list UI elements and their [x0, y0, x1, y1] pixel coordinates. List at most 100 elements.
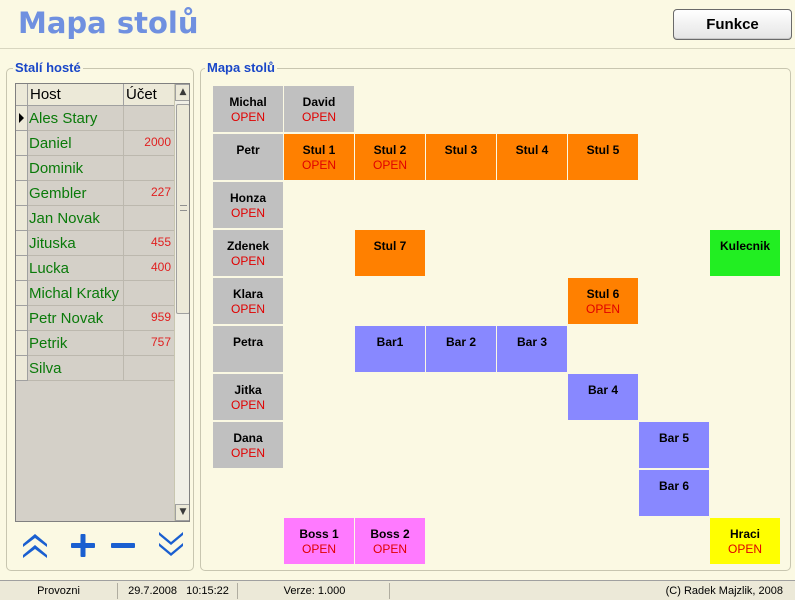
guest-name-cell[interactable]: Petrik	[28, 331, 124, 356]
table-tile-honza[interactable]: Honza OPEN	[213, 182, 283, 228]
guest-name-cell[interactable]: Lucka	[28, 256, 124, 281]
guest-name-cell[interactable]: Ales Stary	[28, 106, 124, 131]
row-selector[interactable]	[16, 256, 28, 281]
table-row[interactable]: Gembler 227	[16, 181, 174, 206]
table-tile-hraci[interactable]: Hraci OPEN	[710, 518, 780, 564]
guest-name-cell[interactable]: Silva	[28, 356, 124, 381]
tile-name: Kulecnik	[719, 239, 770, 253]
minus-icon[interactable]	[108, 530, 138, 560]
table-tile-stul-2[interactable]: Stul 2 OPEN	[355, 134, 425, 180]
scroll-up-button[interactable]: ▲	[175, 84, 189, 101]
table-row[interactable]: Ales Stary	[16, 106, 174, 131]
table-row[interactable]: Michal Kratky	[16, 281, 174, 306]
header-divider	[0, 48, 795, 49]
table-tile-stul-1[interactable]: Stul 1 OPEN	[284, 134, 354, 180]
table-tile-bar-4[interactable]: Bar 4	[568, 374, 638, 420]
table-row[interactable]: Daniel 2000	[16, 131, 174, 156]
guest-name-cell[interactable]: Michal Kratky	[28, 281, 124, 306]
tile-name: Bar 2	[445, 335, 477, 349]
tile-name: Stul 4	[515, 143, 549, 157]
tile-name: Zdenek	[226, 239, 269, 253]
tile-name: Petr	[236, 143, 260, 157]
double-chevron-down-icon[interactable]	[156, 530, 186, 560]
column-header-ucet[interactable]: Účet	[124, 84, 174, 106]
table-tile-bar1[interactable]: Bar1	[355, 326, 425, 372]
table-tile-petra[interactable]: Petra	[213, 326, 283, 372]
table-row[interactable]: Lucka 400	[16, 256, 174, 281]
row-selector[interactable]	[16, 106, 28, 131]
tile-name: Michal	[229, 95, 267, 109]
guest-name-cell[interactable]: Petr Novak	[28, 306, 124, 331]
status-version: Verze: 1.000	[240, 583, 390, 599]
tile-name: Hraci	[729, 527, 761, 541]
table-tile-boss-2[interactable]: Boss 2 OPEN	[355, 518, 425, 564]
tile-name: Bar 3	[516, 335, 548, 349]
table-row[interactable]: Petr Novak 959	[16, 306, 174, 331]
guest-name-cell[interactable]: Daniel	[28, 131, 124, 156]
guest-account-cell[interactable]: 2000	[124, 131, 174, 156]
tile-status: OPEN	[301, 158, 336, 172]
row-selector[interactable]	[16, 231, 28, 256]
guest-account-cell[interactable]: 400	[124, 256, 174, 281]
table-tile-stul-7[interactable]: Stul 7	[355, 230, 425, 276]
row-selector[interactable]	[16, 331, 28, 356]
funkce-button[interactable]: Funkce	[673, 9, 792, 40]
row-selector[interactable]	[16, 281, 28, 306]
row-selector[interactable]	[16, 206, 28, 231]
table-tile-stul-3[interactable]: Stul 3	[426, 134, 496, 180]
table-row[interactable]: Jituska 455	[16, 231, 174, 256]
scroll-thumb[interactable]	[176, 104, 189, 314]
status-bar: Provozni 29.7.2008 10:15:22 Verze: 1.000…	[0, 580, 795, 600]
table-tile-bar-3[interactable]: Bar 3	[497, 326, 567, 372]
table-row[interactable]: Jan Novak	[16, 206, 174, 231]
table-row[interactable]: Petrik 757	[16, 331, 174, 356]
tile-status: OPEN	[301, 110, 336, 124]
tile-name: Bar1	[376, 335, 404, 349]
tile-status: OPEN	[230, 206, 265, 220]
guests-vertical-scrollbar[interactable]: ▲ ▼	[174, 84, 189, 521]
table-tile-stul-6[interactable]: Stul 6 OPEN	[568, 278, 638, 324]
guest-account-cell[interactable]	[124, 281, 174, 306]
table-tile-michal[interactable]: Michal OPEN	[213, 86, 283, 132]
page-title: Mapa stolů	[18, 6, 199, 40]
guest-account-cell[interactable]: 455	[124, 231, 174, 256]
tile-status: OPEN	[230, 398, 265, 412]
guest-name-cell[interactable]: Jan Novak	[28, 206, 124, 231]
table-row[interactable]: Silva	[16, 356, 174, 381]
row-selector[interactable]	[16, 181, 28, 206]
table-tile-bar-6[interactable]: Bar 6	[639, 470, 709, 516]
tile-status: OPEN	[727, 542, 762, 556]
row-selector[interactable]	[16, 306, 28, 331]
row-selector[interactable]	[16, 356, 28, 381]
scroll-down-button[interactable]: ▼	[175, 504, 189, 521]
guests-grid[interactable]: Host Účet Ales Stary Daniel 2000 Dominik Gem…	[15, 83, 190, 522]
table-tile-boss-1[interactable]: Boss 1 OPEN	[284, 518, 354, 564]
table-tile-bar-2[interactable]: Bar 2	[426, 326, 496, 372]
guest-account-cell[interactable]: 757	[124, 331, 174, 356]
table-tile-stul-5[interactable]: Stul 5	[568, 134, 638, 180]
table-row[interactable]: Dominik	[16, 156, 174, 181]
guest-account-cell[interactable]	[124, 156, 174, 181]
column-header-host[interactable]: Host	[28, 84, 124, 106]
guest-name-cell[interactable]: Jituska	[28, 231, 124, 256]
guest-account-cell[interactable]: 959	[124, 306, 174, 331]
table-tile-bar-5[interactable]: Bar 5	[639, 422, 709, 468]
row-selector[interactable]	[16, 156, 28, 181]
table-tile-stul-4[interactable]: Stul 4	[497, 134, 567, 180]
plus-icon[interactable]	[68, 530, 98, 560]
table-tile-kulecnik[interactable]: Kulecnik	[710, 230, 780, 276]
guest-name-cell[interactable]: Dominik	[28, 156, 124, 181]
guest-name-cell[interactable]: Gembler	[28, 181, 124, 206]
guest-account-cell[interactable]: 227	[124, 181, 174, 206]
guest-account-cell[interactable]	[124, 206, 174, 231]
double-chevron-up-icon[interactable]	[20, 530, 50, 560]
table-tile-zdenek[interactable]: Zdenek OPEN	[213, 230, 283, 276]
table-tile-klara[interactable]: Klara OPEN	[213, 278, 283, 324]
table-tile-dana[interactable]: Dana OPEN	[213, 422, 283, 468]
table-tile-petr[interactable]: Petr	[213, 134, 283, 180]
table-tile-david[interactable]: David OPEN	[284, 86, 354, 132]
table-tile-jitka[interactable]: Jitka OPEN	[213, 374, 283, 420]
guest-account-cell[interactable]	[124, 356, 174, 381]
guest-account-cell[interactable]	[124, 106, 174, 131]
row-selector[interactable]	[16, 131, 28, 156]
